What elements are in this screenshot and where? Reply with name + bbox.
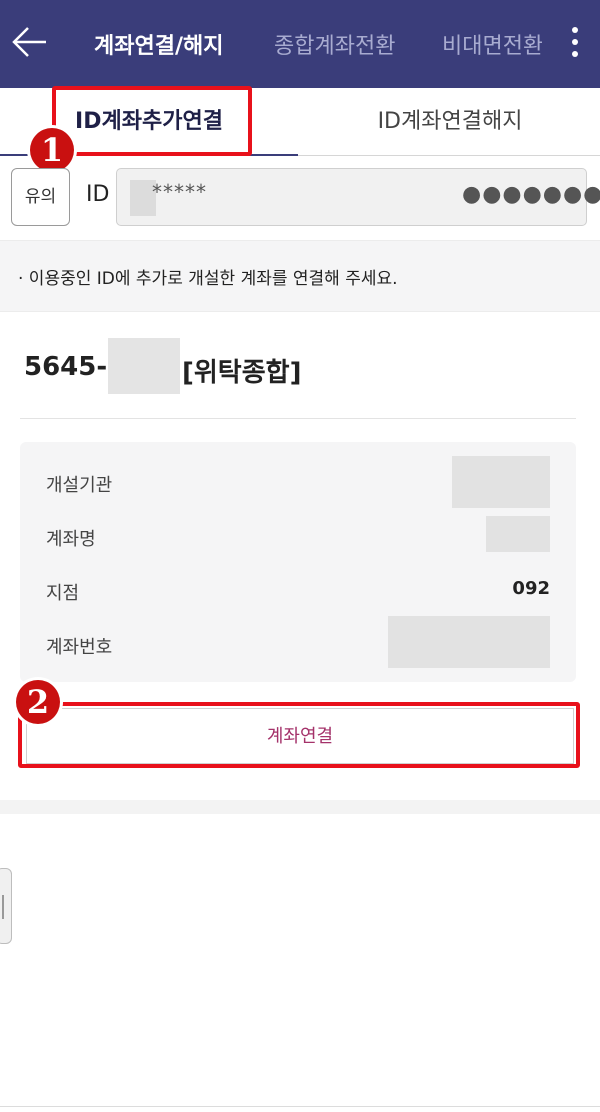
highlight-box-subtab — [52, 86, 252, 156]
detail-label-account-name: 계좌명 — [46, 529, 96, 550]
highlight-box-button — [18, 702, 580, 768]
tab-account-link-unlink[interactable]: 계좌연결/해지 — [94, 28, 223, 60]
detail-label-account-number: 계좌번호 — [46, 637, 113, 658]
back-button[interactable] — [10, 22, 50, 62]
password-dots: ●●●●●●● — [462, 182, 600, 207]
redacted-block — [486, 516, 550, 552]
redacted-block — [388, 616, 550, 668]
detail-value-branch: 092 — [512, 578, 550, 599]
divider — [0, 1106, 600, 1107]
back-arrow-icon — [12, 27, 46, 57]
top-nav-bar: 계좌연결/해지 종합계좌전환 비대면전환 — [0, 0, 600, 88]
more-menu-button[interactable] — [563, 24, 587, 64]
step-marker-2: 2 — [16, 680, 60, 724]
tab-integrated-account-conversion[interactable]: 종합계좌전환 — [274, 28, 395, 60]
step-marker-1: 1 — [30, 128, 74, 172]
subtab-unlink-id-account[interactable]: ID계좌연결해지 — [300, 88, 600, 156]
section-separator — [0, 800, 600, 814]
tab-non-face-to-face-conversion[interactable]: 비대면전환 — [442, 28, 542, 60]
redacted-block — [452, 456, 550, 508]
account-number-prefix: 5645- — [24, 352, 108, 382]
more-vertical-icon — [563, 27, 587, 57]
id-label: ID — [86, 182, 110, 207]
side-drawer-handle[interactable] — [0, 868, 12, 944]
info-text: · 이용중인 ID에 추가로 개설한 계좌를 연결해 주세요. — [18, 269, 398, 289]
redacted-block — [108, 338, 180, 394]
id-value: ***** — [152, 180, 207, 204]
detail-label-branch: 지점 — [46, 583, 80, 604]
notice-button[interactable]: 유의 — [11, 168, 70, 226]
detail-label-institution: 개설기관 — [46, 475, 113, 496]
divider — [20, 418, 576, 419]
account-type: [위탁종합] — [182, 358, 302, 388]
